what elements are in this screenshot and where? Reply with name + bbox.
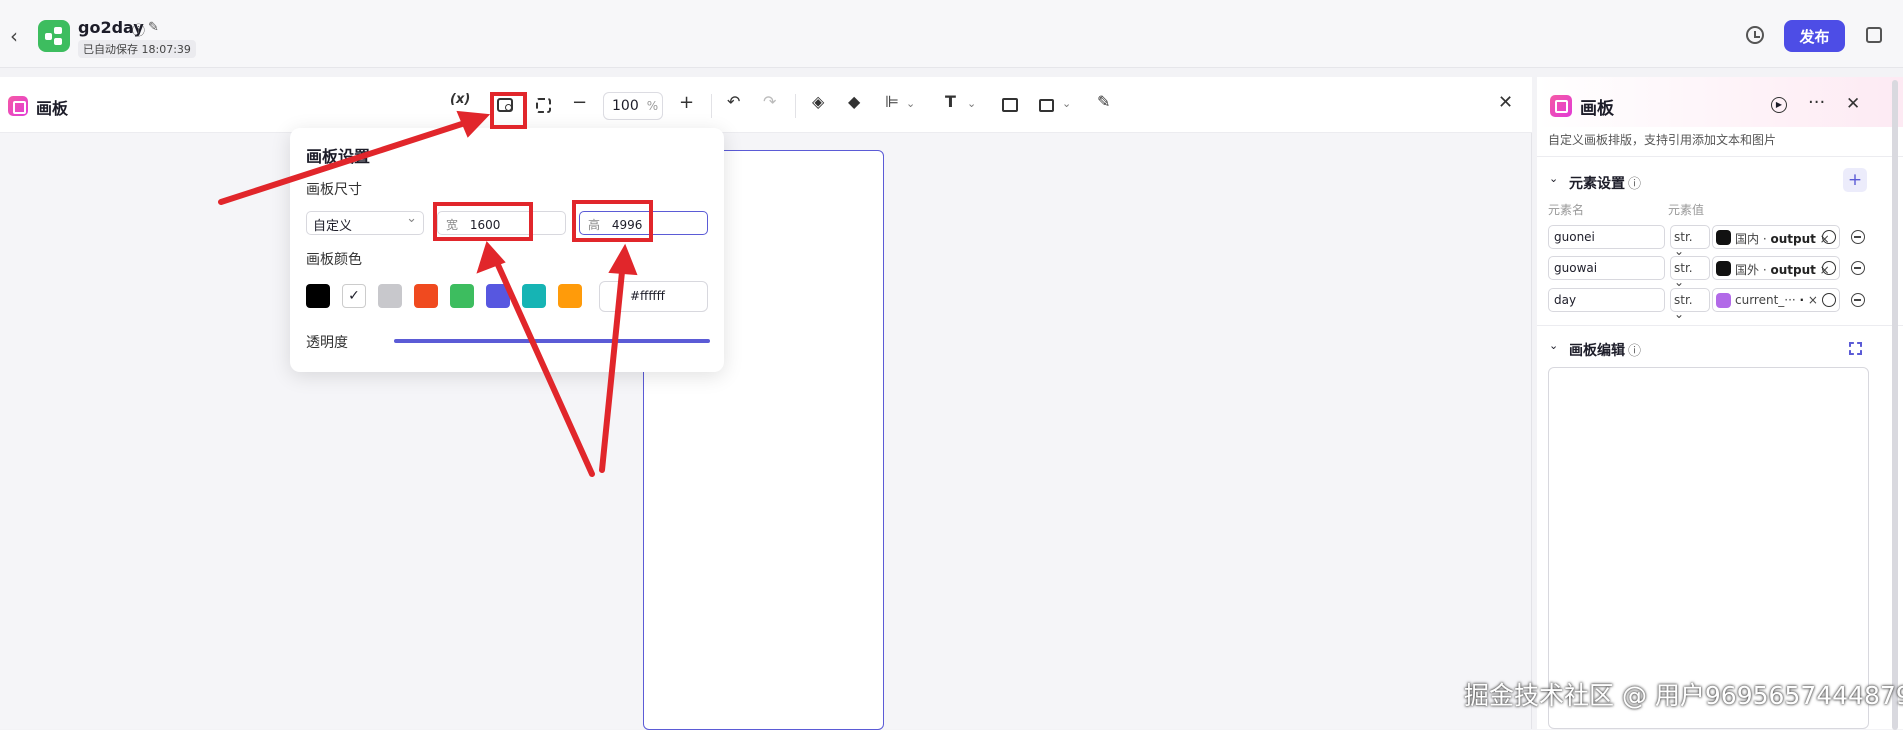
watermark: 掘金技术社区 @ 用户9695657444879: [1464, 681, 1903, 710]
arrow-to-width-line: [491, 253, 595, 477]
arrow-to-settings-line: [218, 119, 471, 205]
arrow-to-settings-head: [456, 110, 491, 138]
annotation-arrows: [218, 110, 638, 477]
arrow-to-height-line: [599, 259, 626, 473]
arrow-to-height-head: [608, 243, 638, 276]
